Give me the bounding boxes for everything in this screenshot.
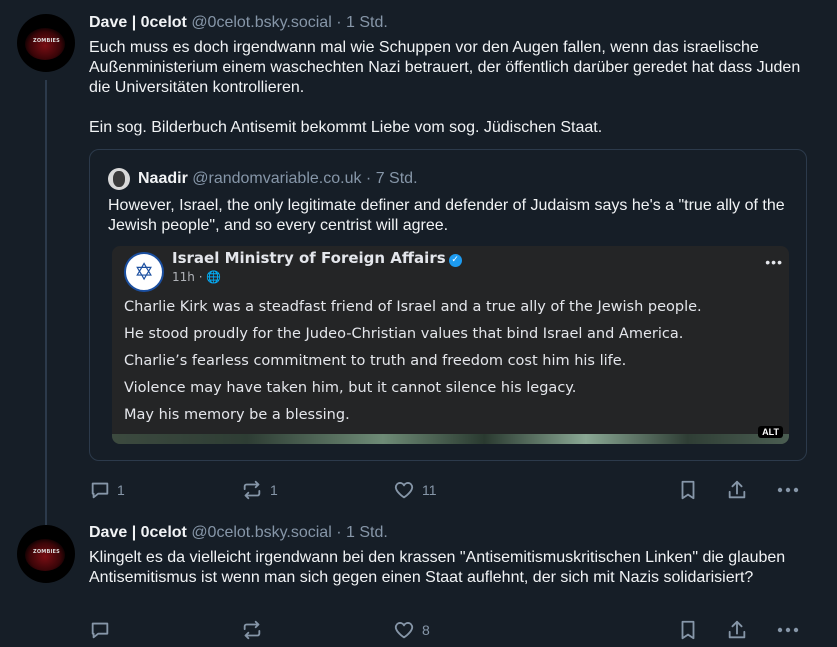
- bookmark-button[interactable]: [677, 479, 699, 501]
- more-button[interactable]: [775, 619, 801, 641]
- ministry-logo: ✡: [124, 252, 164, 292]
- quote-author-avatar[interactable]: [108, 168, 130, 190]
- bookmark-button[interactable]: [677, 619, 699, 641]
- bookmark-icon: [681, 480, 695, 500]
- heart-icon: [394, 482, 414, 499]
- repost-count: 1: [270, 482, 278, 498]
- star-of-david-icon: ✡: [133, 258, 155, 286]
- post-time[interactable]: 1 Std.: [346, 524, 388, 541]
- like-count: 8: [422, 622, 430, 638]
- repost-button[interactable]: [240, 619, 270, 641]
- quote-author-name[interactable]: Naadir: [138, 170, 188, 187]
- bookmark-icon: [681, 620, 695, 640]
- reply-button[interactable]: 1: [89, 479, 125, 501]
- embed-page-name: Israel Ministry of Foreign Affairs ✓: [172, 249, 462, 267]
- post-actions: 8: [89, 619, 809, 643]
- post-2[interactable]: ZOMBIES Dave | 0celot @0celot.bsky.socia…: [0, 515, 837, 647]
- reply-button[interactable]: [89, 619, 117, 641]
- post-text: Euch muss es doch irgendwann mal wie Sch…: [89, 39, 801, 136]
- reply-icon: [91, 622, 109, 639]
- embed-line: May his memory be a blessing.: [124, 407, 350, 423]
- post-text: Klingelt es da vielleicht irgendwann bei…: [89, 549, 786, 586]
- embed-meta: 11h · 🌐: [172, 270, 222, 284]
- more-icon: [777, 627, 799, 633]
- share-button[interactable]: [726, 619, 748, 641]
- avatar-glow: [25, 539, 65, 571]
- more-icon: [777, 487, 799, 493]
- share-button[interactable]: [726, 479, 748, 501]
- post-time[interactable]: 1 Std.: [346, 14, 388, 31]
- image-strip: [112, 434, 789, 444]
- author-handle[interactable]: @0celot.bsky.social: [191, 14, 331, 31]
- repost-button[interactable]: 1: [240, 479, 278, 501]
- like-button[interactable]: 8: [392, 619, 430, 641]
- post-actions: 1 1 11: [89, 479, 809, 503]
- quote-text: However, Israel, the only legitimate def…: [108, 197, 785, 234]
- separator-dot: ·: [365, 170, 372, 187]
- avatar-glow: [25, 28, 65, 60]
- more-icon: •••: [765, 254, 783, 270]
- post-1[interactable]: ZOMBIES Dave | 0celot @0celot.bsky.socia…: [0, 0, 837, 525]
- embed-line: Charlie’s fearless commitment to truth a…: [124, 353, 627, 369]
- reply-count: 1: [117, 482, 125, 498]
- verified-badge-icon: ✓: [448, 254, 462, 267]
- embed-line: He stood proudly for the Judeo-Christian…: [124, 326, 684, 342]
- avatar-tag: ZOMBIES: [33, 549, 60, 555]
- separator-dot: ·: [336, 14, 342, 31]
- post-header: Dave | 0celot @0celot.bsky.social · 1 St…: [89, 14, 388, 32]
- thread-line: [45, 80, 47, 525]
- repost-icon: [243, 480, 261, 500]
- separator-dot: ·: [336, 524, 342, 541]
- share-icon: [728, 480, 746, 499]
- embed-text: Charlie Kirk was a steadfast friend of I…: [124, 294, 774, 429]
- reply-icon: [91, 482, 109, 499]
- quote-time: 7 Std.: [375, 170, 418, 187]
- like-button[interactable]: 11: [392, 479, 437, 501]
- avatar-tag: ZOMBIES: [33, 38, 60, 44]
- embedded-image[interactable]: ✡ Israel Ministry of Foreign Affairs ✓ 11…: [112, 246, 789, 444]
- author-handle[interactable]: @0celot.bsky.social: [191, 524, 331, 541]
- post-header: Dave | 0celot @0celot.bsky.social · 1 St…: [89, 524, 388, 542]
- like-count: 11: [422, 482, 437, 498]
- author-name[interactable]: Dave | 0celot: [89, 524, 187, 541]
- author-avatar[interactable]: ZOMBIES: [17, 525, 75, 583]
- quote-header: Naadir @randomvariable.co.uk · 7 Std.: [138, 170, 418, 188]
- quoted-post[interactable]: Naadir @randomvariable.co.uk · 7 Std. Ho…: [89, 149, 807, 461]
- author-avatar[interactable]: ZOMBIES: [17, 14, 75, 72]
- alt-badge[interactable]: ALT: [758, 426, 783, 438]
- repost-icon: [243, 620, 261, 640]
- more-button[interactable]: [775, 479, 801, 501]
- embed-line: Violence may have taken him, but it cann…: [124, 380, 577, 396]
- share-icon: [728, 620, 746, 639]
- quote-author-handle[interactable]: @randomvariable.co.uk: [192, 170, 361, 187]
- embed-line: Charlie Kirk was a steadfast friend of I…: [124, 299, 702, 315]
- heart-icon: [394, 622, 414, 639]
- author-name[interactable]: Dave | 0celot: [89, 14, 187, 31]
